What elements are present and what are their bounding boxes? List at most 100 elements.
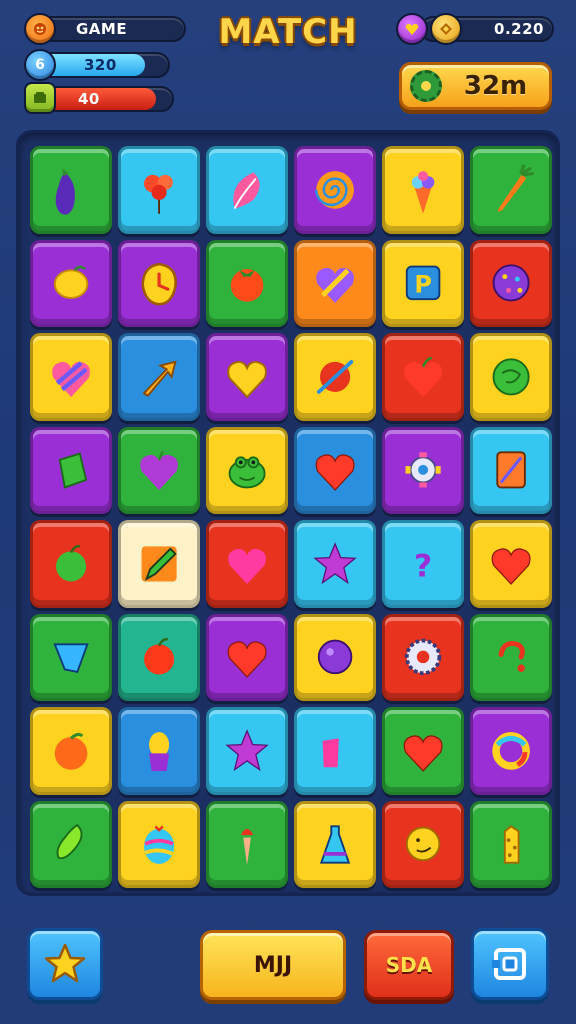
tile-r5-c5[interactable]: ?: [382, 520, 464, 608]
tile-r3-c1[interactable]: [30, 333, 112, 421]
tile-r7-c2[interactable]: [118, 707, 200, 795]
tile-r4-c2[interactable]: [118, 426, 200, 514]
giraffe-icon: [503, 825, 520, 864]
tile-r4-c1[interactable]: [30, 426, 112, 514]
torch-icon: [240, 829, 254, 866]
tile-r2-c2[interactable]: [118, 239, 200, 327]
tile-r6-c6[interactable]: [470, 613, 552, 701]
tile-r2-c3[interactable]: [206, 239, 288, 327]
orb-icon: [317, 640, 353, 675]
tile-r6-c2[interactable]: [118, 613, 200, 701]
grape-icon: [140, 450, 178, 491]
star-icon: [313, 542, 357, 585]
lemon-icon: [53, 266, 89, 300]
tile-r3-c4[interactable]: [294, 333, 376, 421]
yellow-heart-icon: [227, 360, 267, 399]
tile-r8-c5[interactable]: [382, 800, 464, 888]
tile-r1-c5[interactable]: [382, 146, 464, 234]
candy-heart-icon: [316, 268, 354, 304]
svg-text:?: ?: [414, 548, 432, 584]
star-icon: [225, 729, 269, 772]
heart-gem-icon[interactable]: [396, 13, 428, 45]
donut-icon: [492, 731, 530, 770]
tile-r1-c6[interactable]: [470, 146, 552, 234]
tile-r5-c3[interactable]: [206, 520, 288, 608]
arrow-icon: [142, 360, 177, 397]
coin-value: 0.220: [494, 20, 544, 38]
tile-grid: P?: [27, 143, 555, 891]
robot-icon: [405, 452, 441, 488]
carrot-icon: [497, 164, 534, 212]
tile-r6-c4[interactable]: [294, 613, 376, 701]
card-icon: [496, 451, 526, 489]
tile-r2-c5[interactable]: P: [382, 239, 464, 327]
bottle-icon: [319, 825, 351, 864]
tile-r1-c2[interactable]: [118, 146, 200, 234]
leaf-icon: [233, 172, 260, 209]
tile-r8-c4[interactable]: [294, 800, 376, 888]
moves-bar: 40: [38, 86, 174, 112]
clock-icon: [141, 263, 177, 306]
hook-icon: [498, 641, 525, 673]
tile-r7-c4[interactable]: [294, 707, 376, 795]
tile-r4-c3[interactable]: [206, 426, 288, 514]
tile-r3-c5[interactable]: [382, 333, 464, 421]
eggplant-icon: [55, 168, 75, 215]
tile-r5-c6[interactable]: [470, 520, 552, 608]
score-value: 320: [84, 56, 117, 74]
shield-icon: [53, 643, 89, 674]
green-apple-icon: [55, 544, 87, 582]
frog-icon: [228, 456, 266, 489]
tile-r8-c3[interactable]: [206, 800, 288, 888]
tile-r7-c1[interactable]: [30, 707, 112, 795]
green-ball-icon: [492, 358, 530, 396]
timer-label: 32m: [463, 71, 528, 101]
swirl-candy-icon: [314, 170, 354, 209]
tile-r8-c1[interactable]: [30, 800, 112, 888]
moves-value: 40: [78, 90, 100, 108]
dotted-ball-icon: [492, 264, 530, 302]
apple-icon: [404, 356, 442, 397]
tile-r5-c2[interactable]: [118, 520, 200, 608]
tile-r3-c2[interactable]: [118, 333, 200, 421]
tile-r6-c1[interactable]: [30, 613, 112, 701]
tile-r2-c4[interactable]: [294, 239, 376, 327]
tile-r5-c1[interactable]: [30, 520, 112, 608]
tile-r1-c4[interactable]: [294, 146, 376, 234]
ice-cream-icon: [411, 170, 435, 214]
tile-r2-c1[interactable]: [30, 239, 112, 327]
main-action-button[interactable]: MJJ: [200, 930, 346, 1000]
peach-icon: [54, 732, 88, 770]
pink-heart-icon: [228, 548, 266, 584]
balloons-icon: [143, 174, 173, 214]
tile-r8-c6[interactable]: [470, 800, 552, 888]
tile-r1-c1[interactable]: [30, 146, 112, 234]
heart-icon: [227, 641, 267, 679]
tile-r7-c5[interactable]: [382, 707, 464, 795]
tile-r8-c2[interactable]: [118, 800, 200, 888]
tile-r5-c4[interactable]: [294, 520, 376, 608]
tile-r4-c5[interactable]: [382, 426, 464, 514]
heart-icon: [403, 735, 443, 772]
tile-r3-c6[interactable]: [470, 333, 552, 421]
tomato-icon: [230, 269, 264, 303]
tile-r2-c6[interactable]: [470, 239, 552, 327]
star-booster-button[interactable]: [27, 928, 103, 1000]
tile-r7-c6[interactable]: [470, 707, 552, 795]
svg-text:P: P: [414, 271, 431, 299]
tile-r1-c3[interactable]: [206, 146, 288, 234]
shuffle-button[interactable]: [471, 928, 549, 1000]
striped-heart-icon: [52, 361, 90, 397]
tile-r4-c4[interactable]: [294, 426, 376, 514]
pencil-icon: [141, 546, 177, 582]
tile-r3-c3[interactable]: [206, 333, 288, 421]
heart-icon: [315, 454, 355, 492]
red-action-button[interactable]: SDA: [364, 930, 454, 1000]
letter-p-icon: P: [405, 266, 441, 301]
tile-r6-c3[interactable]: [206, 613, 288, 701]
timer-button[interactable]: 32m: [399, 62, 552, 110]
tile-r6-c5[interactable]: [382, 613, 464, 701]
tile-r7-c3[interactable]: [206, 707, 288, 795]
tile-r4-c6[interactable]: [470, 426, 552, 514]
shuffle-icon: [492, 948, 526, 980]
